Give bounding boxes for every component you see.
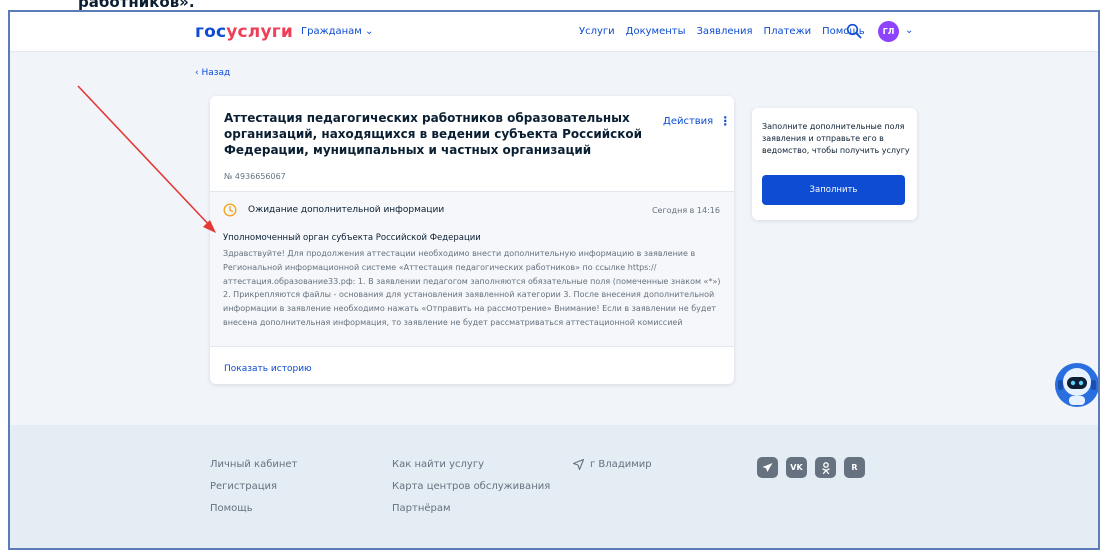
location-arrow-icon xyxy=(573,459,584,470)
vk-icon[interactable]: VK xyxy=(786,457,807,478)
actions-label: Действия xyxy=(663,115,714,127)
nav-applications[interactable]: Заявления xyxy=(697,26,753,37)
kebab-menu-icon: ⋮ xyxy=(719,114,732,128)
rutube-icon[interactable]: R xyxy=(844,457,865,478)
clock-icon xyxy=(223,203,237,217)
search-icon[interactable] xyxy=(846,23,862,39)
status-block: Ожидание дополнительной информации Сегод… xyxy=(210,191,734,347)
footer-column-1: Личный кабинет Регистрация Помощь xyxy=(210,459,297,525)
action-panel-text: Заполните дополнительные поля заявления … xyxy=(762,122,910,155)
site-footer: Личный кабинет Регистрация Помощь Как на… xyxy=(10,425,1098,548)
show-history-link[interactable]: Показать историю xyxy=(224,364,312,374)
footer-link-find-service[interactable]: Как найти услугу xyxy=(392,459,550,470)
status-time: Сегодня в 14:16 xyxy=(651,206,720,215)
fill-button[interactable]: Заполнить xyxy=(762,175,905,205)
main-nav: Услуги Документы Заявления Платежи Помощ… xyxy=(579,26,865,37)
footer-link-service-map[interactable]: Карта центров обслуживания xyxy=(392,481,550,492)
ok-icon[interactable] xyxy=(815,457,836,478)
footer-link-partners[interactable]: Партнёрам xyxy=(392,503,550,514)
application-title: Аттестация педагогических работников обр… xyxy=(224,111,643,157)
authority-name: Уполномоченный орган субъекта Российской… xyxy=(223,233,481,243)
robot-assistant-icon[interactable] xyxy=(1054,360,1100,410)
audience-dropdown[interactable]: Гражданам ⌄ xyxy=(301,26,373,37)
nav-documents[interactable]: Документы xyxy=(626,26,686,37)
logo-part-2: услуги xyxy=(226,22,293,42)
footer-link-help[interactable]: Помощь xyxy=(210,503,297,514)
browser-viewport: госуслуги Гражданам ⌄ Услуги Документы З… xyxy=(8,10,1100,550)
city-name: г Владимир xyxy=(590,459,652,470)
actions-menu[interactable]: Действия ⋮ xyxy=(663,114,731,128)
footer-link-account[interactable]: Личный кабинет xyxy=(210,459,297,470)
back-link[interactable]: ‹ Назад xyxy=(195,68,230,78)
nav-payments[interactable]: Платежи xyxy=(764,26,812,37)
footer-link-registration[interactable]: Регистрация xyxy=(210,481,297,492)
application-number: № 4936656067 xyxy=(224,172,286,181)
gosuslugi-logo[interactable]: госуслуги xyxy=(195,22,293,42)
user-avatar[interactable]: ГЛ xyxy=(878,21,899,42)
telegram-icon[interactable] xyxy=(757,457,778,478)
status-message: Здравствуйте! Для продолжения аттестации… xyxy=(223,249,721,327)
logo-part-1: гос xyxy=(195,22,227,42)
footer-column-2: Как найти услугу Карта центров обслужива… xyxy=(392,459,550,525)
city-selector[interactable]: г Владимир xyxy=(573,459,652,470)
nav-services[interactable]: Услуги xyxy=(579,26,615,37)
site-header: госуслуги Гражданам ⌄ Услуги Документы З… xyxy=(10,12,1098,52)
social-links: VK R xyxy=(757,457,865,478)
application-card: Аттестация педагогических работников обр… xyxy=(210,96,734,384)
status-text: Ожидание дополнительной информации xyxy=(248,205,445,215)
chevron-down-icon[interactable]: ⌄ xyxy=(905,25,913,36)
action-panel: Заполните дополнительные поля заявления … xyxy=(752,108,917,220)
